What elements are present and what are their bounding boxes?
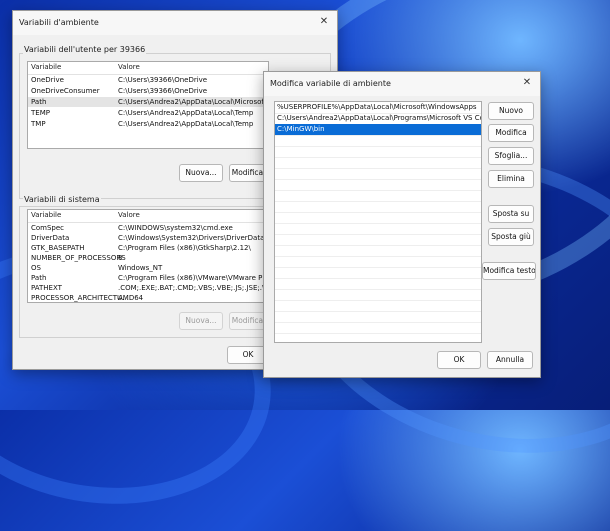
ok-button[interactable]: OK bbox=[437, 351, 481, 369]
user-variables-label: Variabili dell'utente per 39366 bbox=[23, 45, 147, 54]
close-icon[interactable]: ✕ bbox=[317, 15, 331, 29]
table-row[interactable]: TEMP C:\Users\Andrea2\AppData\Local\Temp bbox=[28, 108, 268, 118]
variable-value: C:\Users\39366\OneDrive bbox=[118, 87, 208, 95]
variable-name: OneDriveConsumer bbox=[31, 87, 100, 95]
cancel-button[interactable]: Annulla bbox=[487, 351, 533, 369]
table-row[interactable]: ComSpec C:\WINDOWS\system32\cmd.exe bbox=[28, 223, 268, 233]
path-entries-list[interactable]: %USERPROFILE%\AppData\Local\Microsoft\Wi… bbox=[274, 101, 482, 343]
variable-name: OS bbox=[31, 264, 41, 272]
table-row[interactable]: Path C:\Program Files (x86)\VMware\VMwar… bbox=[28, 273, 268, 283]
system-variables-list[interactable]: Variabile Valore ComSpec C:\WINDOWS\syst… bbox=[27, 209, 269, 303]
user-new-button[interactable]: Nuova... bbox=[179, 164, 223, 182]
variable-value: C:\Program Files (x86)\VMware\VMware Pla… bbox=[118, 274, 269, 282]
column-header-value[interactable]: Valore bbox=[118, 63, 140, 71]
system-variables-label: Variabili di sistema bbox=[23, 195, 101, 204]
user-list-header: Variabile Valore bbox=[28, 62, 268, 75]
table-row[interactable]: PROCESSOR_ARCHITECTU... AMD64 bbox=[28, 293, 268, 302]
env-dialog-titlebar: Variabili d'ambiente ✕ bbox=[13, 11, 337, 35]
variable-value: C:\WINDOWS\system32\cmd.exe bbox=[118, 224, 233, 232]
edit-dialog-titlebar: Modifica variabile di ambiente ✕ bbox=[264, 72, 540, 96]
variable-name: Path bbox=[31, 274, 47, 282]
edit-text-button[interactable]: Modifica testo... bbox=[482, 262, 536, 280]
variable-name: PROCESSOR_ARCHITECTU... bbox=[31, 294, 129, 302]
variable-value: 8 bbox=[118, 254, 123, 262]
variable-name: Path bbox=[31, 98, 47, 106]
table-row[interactable]: OS Windows_NT bbox=[28, 263, 268, 273]
edit-entry-button[interactable]: Modifica bbox=[488, 124, 534, 142]
user-variables-list[interactable]: Variabile Valore OneDrive C:\Users\39366… bbox=[27, 61, 269, 149]
move-down-button[interactable]: Sposta giù bbox=[488, 228, 534, 246]
table-row[interactable]: OneDrive C:\Users\39366\OneDrive bbox=[28, 75, 268, 85]
table-row[interactable]: DriverData C:\Windows\System32\Drivers\D… bbox=[28, 233, 268, 243]
column-header-variable[interactable]: Variabile bbox=[31, 211, 61, 219]
close-icon[interactable]: ✕ bbox=[520, 76, 534, 90]
table-row[interactable]: GTK_BASEPATH C:\Program Files (x86)\GtkS… bbox=[28, 243, 268, 253]
table-row[interactable]: PATHEXT .COM;.EXE;.BAT;.CMD;.VBS;.VBE;.J… bbox=[28, 283, 268, 293]
variable-name: OneDrive bbox=[31, 76, 64, 84]
variable-name: DriverData bbox=[31, 234, 70, 242]
system-list-header: Variabile Valore bbox=[28, 210, 268, 223]
variable-name: TEMP bbox=[31, 109, 50, 117]
table-row[interactable]: OneDriveConsumer C:\Users\39366\OneDrive bbox=[28, 86, 268, 96]
table-row[interactable]: TMP C:\Users\Andrea2\AppData\Local\Temp bbox=[28, 119, 268, 129]
variable-value: C:\Users\Andrea2\AppData\Local\Temp bbox=[118, 120, 254, 128]
edit-variable-dialog: Modifica variabile di ambiente ✕ %USERPR… bbox=[263, 71, 541, 378]
column-header-variable[interactable]: Variabile bbox=[31, 63, 61, 71]
variable-name: NUMBER_OF_PROCESSORS bbox=[31, 254, 126, 262]
variable-value: Windows_NT bbox=[118, 264, 163, 272]
variable-value: C:\Program Files (x86)\GtkSharp\2.12\ bbox=[118, 244, 251, 252]
variable-name: ComSpec bbox=[31, 224, 65, 232]
path-entry: C:\Users\Andrea2\AppData\Local\Programs\… bbox=[277, 114, 482, 122]
variable-name: PATHEXT bbox=[31, 284, 62, 292]
variable-value: C:\Windows\System32\Drivers\DriverData bbox=[118, 234, 265, 242]
system-new-button[interactable]: Nuova... bbox=[179, 312, 223, 330]
edit-dialog-title: Modifica variabile di ambiente bbox=[270, 79, 391, 88]
variable-value: AMD64 bbox=[118, 294, 144, 302]
variable-value: C:\Users\Andrea2\AppData\Local\Temp bbox=[118, 109, 254, 117]
move-up-button[interactable]: Sposta su bbox=[488, 205, 534, 223]
path-entry: %USERPROFILE%\AppData\Local\Microsoft\Wi… bbox=[277, 103, 477, 111]
path-entry: C:\MinGW\bin bbox=[277, 125, 325, 133]
list-item[interactable] bbox=[275, 322, 481, 334]
delete-entry-button[interactable]: Elimina bbox=[488, 170, 534, 188]
table-row[interactable]: Path C:\Users\Andrea2\AppData\Local\Micr… bbox=[28, 97, 268, 107]
variable-name: GTK_BASEPATH bbox=[31, 244, 85, 252]
variable-value: .COM;.EXE;.BAT;.CMD;.VBS;.VBE;.JS;.JSE;.… bbox=[118, 284, 268, 292]
variable-value: C:\Users\Andrea2\AppData\Local\Microsoft… bbox=[118, 98, 269, 106]
browse-button[interactable]: Sfoglia... bbox=[488, 147, 534, 165]
new-entry-button[interactable]: Nuovo bbox=[488, 102, 534, 120]
env-dialog-title: Variabili d'ambiente bbox=[19, 18, 99, 27]
column-header-value[interactable]: Valore bbox=[118, 211, 140, 219]
table-row[interactable]: NUMBER_OF_PROCESSORS 8 bbox=[28, 253, 268, 263]
variable-value: C:\Users\39366\OneDrive bbox=[118, 76, 208, 84]
variable-name: TMP bbox=[31, 120, 46, 128]
